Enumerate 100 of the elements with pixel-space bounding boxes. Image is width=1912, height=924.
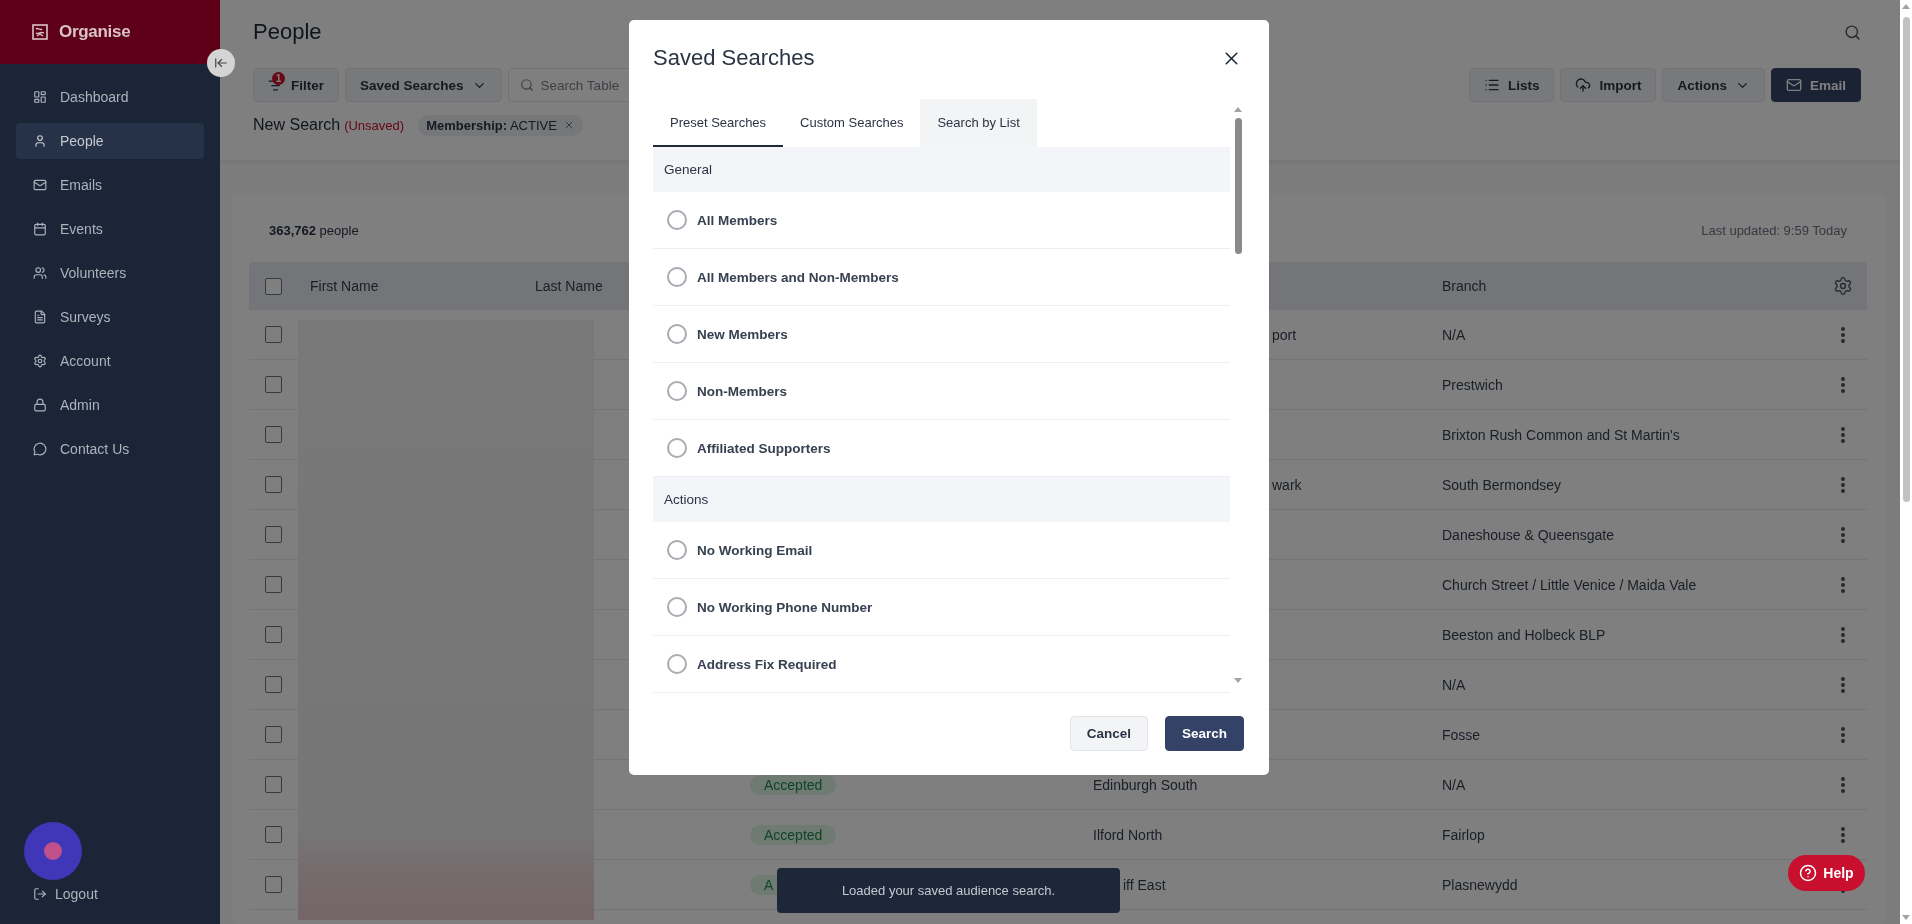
radio-option[interactable]: All Members: [653, 192, 1230, 249]
filter-chip[interactable]: Membership: ACTIVE: [418, 114, 583, 136]
count-badge: 1: [272, 72, 285, 85]
status-badge: Accepted: [750, 824, 837, 845]
sidebar-item[interactable]: Events: [16, 211, 204, 247]
radio-option[interactable]: No Working Email: [653, 522, 1230, 579]
calendar-icon: [33, 222, 47, 236]
row-checkbox[interactable]: [265, 876, 282, 893]
search-title: New Search: [253, 116, 341, 134]
status-badge: Accepted: [750, 774, 837, 795]
option-label: All Members and Non-Members: [697, 269, 899, 285]
row-checkbox[interactable]: [265, 826, 282, 843]
help-icon: [1799, 864, 1818, 882]
collapse-icon: [214, 56, 228, 70]
table-cell: Beeston and Holbeck BLP: [1442, 626, 1606, 643]
email-button[interactable]: Email: [1770, 68, 1861, 102]
help-button[interactable]: Help: [1788, 855, 1865, 891]
section-header: Actions: [653, 477, 1230, 522]
page-title: People: [253, 19, 322, 45]
sidebar-item[interactable]: Surveys: [16, 299, 204, 335]
row-checkbox[interactable]: [265, 776, 282, 793]
radio-button[interactable]: [667, 381, 687, 401]
list-icon: [1483, 77, 1500, 93]
logout-link[interactable]: Logout: [0, 886, 220, 902]
table-cell: Church Street / Little Venice / Maida Vale: [1442, 576, 1697, 593]
row-checkbox[interactable]: [265, 526, 282, 543]
sidebar-item[interactable]: Contact Us: [16, 431, 204, 467]
row-checkbox[interactable]: [265, 426, 282, 443]
logout-icon: [33, 887, 47, 901]
table-cell-text: port: [1271, 326, 1297, 343]
table-cell: N/A: [1442, 676, 1466, 693]
more-icon: [1841, 626, 1845, 643]
actions-button[interactable]: Actions: [1662, 68, 1765, 102]
column-header: Last Name: [535, 278, 603, 294]
select-all-checkbox[interactable]: [265, 277, 282, 295]
lists-button[interactable]: Lists: [1468, 68, 1555, 102]
search-icon: [519, 78, 534, 92]
row-checkbox[interactable]: [265, 676, 282, 693]
search-icon[interactable]: [1844, 23, 1861, 41]
envelope-icon: [1785, 77, 1802, 93]
table-cell: Brixton Rush Common and St Martin's: [1442, 426, 1680, 443]
envelope-icon: [33, 178, 47, 192]
radio-button[interactable]: [667, 654, 687, 674]
option-label: No Working Email: [697, 542, 813, 558]
cloud-upload-icon: [1575, 77, 1592, 93]
saved-searches-button[interactable]: Saved Searches: [345, 68, 502, 102]
tab[interactable]: Search by List: [920, 99, 1037, 147]
gear-icon: [1833, 276, 1853, 296]
sidebar-item[interactable]: Emails: [16, 167, 204, 203]
radio-button[interactable]: [667, 540, 687, 560]
option-label: Non-Members: [697, 383, 787, 399]
people-icon: [33, 266, 47, 280]
speech-bubble-icon: [33, 442, 47, 456]
table-cell-text: wark: [1271, 476, 1302, 493]
table-cell: Fosse: [1442, 726, 1481, 743]
row-checkbox[interactable]: [265, 326, 282, 343]
sidebar-item[interactable]: Dashboard: [16, 79, 204, 115]
radio-button[interactable]: [667, 438, 687, 458]
table-cell: N/A: [1442, 326, 1466, 343]
radio-button[interactable]: [667, 267, 687, 287]
document-icon: [33, 310, 47, 324]
row-checkbox[interactable]: [265, 476, 282, 493]
more-icon: [1841, 826, 1845, 843]
table-cell: N/A: [1442, 776, 1466, 793]
gear-icon: [33, 354, 47, 368]
row-checkbox[interactable]: [265, 626, 282, 643]
row-checkbox[interactable]: [265, 576, 282, 593]
radio-button[interactable]: [667, 324, 687, 344]
radio-button[interactable]: [667, 597, 687, 617]
logo-icon: [32, 24, 48, 40]
sidebar-item[interactable]: Volunteers: [16, 255, 204, 291]
radio-option[interactable]: No Working Phone Number: [653, 579, 1230, 636]
option-label: No Working Phone Number: [697, 599, 873, 615]
table-cell: South Bermondsey: [1442, 476, 1562, 493]
row-checkbox[interactable]: [265, 376, 282, 393]
radio-button[interactable]: [667, 210, 687, 230]
column-header: First Name: [310, 278, 379, 294]
table-cell: Prestwich: [1442, 376, 1503, 393]
radio-option[interactable]: All Members and Non-Members: [653, 249, 1230, 306]
brand-name: Organise: [59, 22, 131, 42]
lock-icon: [33, 398, 47, 412]
table-cell: Edinburgh South: [1093, 776, 1198, 793]
filter-button[interactable]: 1 Filter: [253, 68, 339, 102]
radio-option[interactable]: Non-Members: [653, 363, 1230, 420]
person-icon: [33, 134, 47, 148]
more-icon: [1841, 726, 1845, 743]
last-updated: Last updated: 9:59 Today: [1701, 223, 1847, 238]
radio-option[interactable]: New Members: [653, 306, 1230, 363]
option-label: Address Fix Required: [697, 656, 837, 672]
radio-option[interactable]: Address Fix Required: [653, 636, 1230, 693]
import-button[interactable]: Import: [1560, 68, 1657, 102]
search-button[interactable]: Search: [1164, 716, 1244, 751]
option-label: All Members: [697, 212, 778, 228]
sidebar-item[interactable]: People: [16, 123, 204, 159]
more-icon: [1841, 376, 1845, 393]
sidebar-item[interactable]: Account: [16, 343, 204, 379]
dialog-title: Saved Searches: [653, 45, 815, 71]
sidebar-item[interactable]: Admin: [16, 387, 204, 423]
cancel-button[interactable]: Cancel: [1069, 716, 1148, 751]
row-checkbox[interactable]: [265, 726, 282, 743]
